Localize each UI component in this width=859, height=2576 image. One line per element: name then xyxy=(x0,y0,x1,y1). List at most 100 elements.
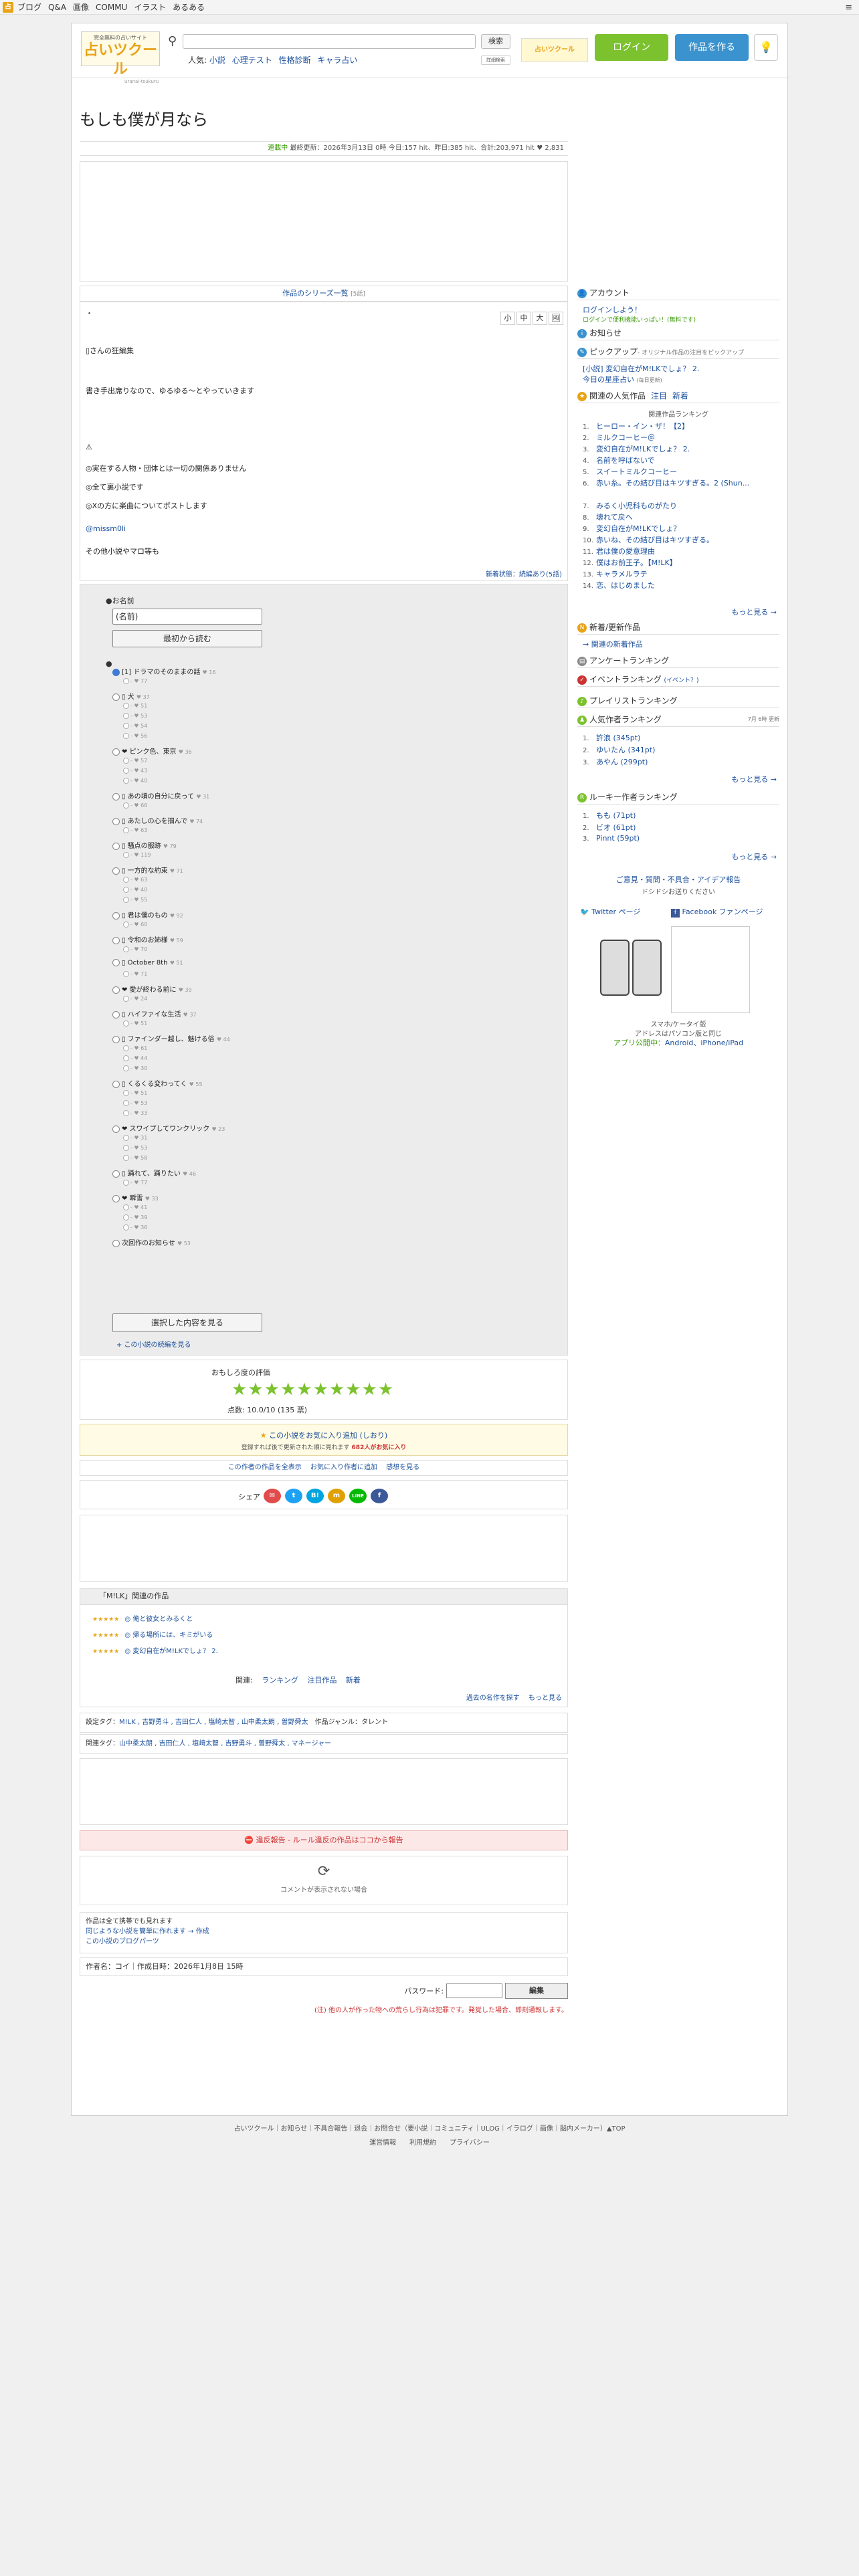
tab-featured[interactable]: 注目 xyxy=(651,391,667,401)
keyword-featured[interactable]: 注目作品 xyxy=(307,1676,337,1685)
chapter-option[interactable]: ▯ 騒点の服跡 ♥ 79 xyxy=(112,840,177,850)
topnav-commu[interactable]: COMMU xyxy=(96,3,127,12)
font-mid-button[interactable]: 中 xyxy=(516,312,531,325)
tab-new[interactable]: 新着 xyxy=(672,391,688,401)
radio-button[interactable] xyxy=(112,936,120,944)
related-tag-links[interactable]: 山中柔太朗 , 吉田仁人 , 塩崎太智 , 吉野勇斗 , 曽野舜太 , マネージ… xyxy=(119,1740,331,1747)
topnav-illust[interactable]: イラスト xyxy=(134,1,166,13)
comment-fallback-link[interactable]: コメントが表示されない場合 xyxy=(80,1884,567,1894)
chapter-option[interactable]: 次回作のお知らせ ♥ 53 xyxy=(112,1237,191,1247)
body-link[interactable]: @missm0li xyxy=(86,524,126,533)
rating-star-icon[interactable]: ★ xyxy=(362,1380,377,1399)
ranking-item[interactable]: 8. 壊れて戻へ xyxy=(583,512,633,522)
chapter-option[interactable]: ▯ October 8th ♥ 51 xyxy=(112,959,183,967)
chapter-sub-option[interactable]: - ♥ 24 xyxy=(123,996,147,1002)
view-selected-button[interactable]: 選択した内容を見る xyxy=(112,1313,262,1332)
chapter-sub-option[interactable]: - ♥ 51 xyxy=(123,1090,147,1096)
facebook-link[interactable]: f Facebook ファンページ xyxy=(671,906,763,918)
chapter-option[interactable]: ❤ 瞬雪 ♥ 33 xyxy=(112,1192,159,1202)
twitter-icon[interactable]: t xyxy=(285,1489,302,1503)
chapter-option[interactable]: ▯ あたしの心を掴んで ♥ 74 xyxy=(112,815,203,825)
popular-link-psych[interactable]: 心理テスト xyxy=(232,56,272,65)
login-link[interactable]: ログインしよう！ xyxy=(583,304,642,315)
rating-star-icon[interactable]: ★ xyxy=(280,1380,296,1399)
facebook-icon[interactable]: f xyxy=(371,1489,388,1503)
chapter-option[interactable]: ▯ ファインダー越し、魅ける俗 ♥ 44 xyxy=(112,1033,230,1043)
rating-star-icon[interactable]: ★ xyxy=(345,1380,361,1399)
rookie-header[interactable]: R ルーキー作者ランキング xyxy=(577,790,779,804)
keyword-ranking[interactable]: ランキング xyxy=(262,1676,298,1685)
chapter-sub-option[interactable]: - ♥ 53 xyxy=(123,1145,147,1151)
mobile-promo[interactable] xyxy=(596,926,759,1013)
footer-links[interactable]: 占いツクール｜お知らせ｜不具合報告｜退会｜お問合せ（要小説｜コミュニティ｜ULO… xyxy=(71,2123,788,2133)
blog-parts-link[interactable]: この小説のブログパーツ xyxy=(86,1938,159,1945)
chapter-sub-option[interactable]: - ♥ 56 xyxy=(123,733,147,739)
password-input[interactable] xyxy=(446,1983,502,1998)
topnav-qa[interactable]: Q&A xyxy=(48,3,66,12)
footer-sub-links[interactable]: 運営情報 利用規約 プライバシー xyxy=(71,2137,788,2147)
chapter-option[interactable]: ❤ 愛が終わる前に ♥ 39 xyxy=(112,984,192,994)
hatena-icon[interactable]: B! xyxy=(306,1489,324,1503)
ranking-item[interactable]: 2. ミルクコーヒー＠ xyxy=(583,432,655,443)
chapter-option[interactable]: ▯ 令和のお姉様 ♥ 59 xyxy=(112,934,183,944)
radio-button[interactable] xyxy=(112,1170,120,1178)
ranking-item[interactable]: 11. 君は僕の愛意理由 xyxy=(583,546,655,556)
chapter-sub-option[interactable]: - ♥ 51 xyxy=(123,1021,147,1027)
radio-button[interactable] xyxy=(112,842,120,850)
more-rookies[interactable]: もっと見る → xyxy=(731,851,777,862)
author-rank[interactable]: 1. 許浪 (345pt) xyxy=(583,732,640,743)
ranking-item[interactable]: 3. 変幻自在がM!LKでしょ？ 2. xyxy=(583,443,690,454)
chapter-sub-option[interactable]: - ♥ 77 xyxy=(123,678,147,684)
playlist-header[interactable]: ♪ プレイリストランキング xyxy=(577,693,779,708)
edit-button[interactable]: 編集 xyxy=(505,1983,568,1999)
search-options[interactable]: 詳細検索 xyxy=(481,56,510,65)
radio-button[interactable] xyxy=(112,792,120,800)
setting-tag-links[interactable]: M!LK , 吉野勇斗 , 吉田仁人 , 塩崎太智 , 山中柔太朗 , 曽野舜太 xyxy=(119,1719,308,1726)
chapter-sub-option[interactable]: - ♥ 66 xyxy=(123,802,147,809)
chapter-sub-option[interactable]: - ♥ 51 xyxy=(123,703,147,709)
comments-link[interactable]: 感想を見る xyxy=(386,1464,419,1471)
chapter-sub-option[interactable]: - ♥ 36 xyxy=(123,1224,147,1230)
radio-button[interactable] xyxy=(112,1239,120,1247)
topnav-aruaru[interactable]: あるある xyxy=(173,1,205,13)
popular-link-novel[interactable]: 小説 xyxy=(209,56,225,65)
radio-button[interactable] xyxy=(112,693,120,701)
chapter-option[interactable]: ❤ スワイプしてワンクリック ♥ 23 xyxy=(112,1123,225,1133)
chapter-option[interactable]: ▯ あの頃の自分に戻って ♥ 31 xyxy=(112,790,209,800)
author-rank[interactable]: 2. ゆいたん (341pt) xyxy=(583,744,655,755)
radio-button[interactable] xyxy=(112,1035,120,1043)
app-platforms-link[interactable]: Android、iPhone/iPad xyxy=(665,1039,743,1047)
ranking-item[interactable]: 1. ヒーロー・イン・ザ！【2】 xyxy=(583,421,689,431)
more-link[interactable]: もっと見る xyxy=(529,1695,562,1702)
sequel-link[interactable]: + この小説の続編を見る xyxy=(116,1339,191,1349)
survey-header[interactable]: ▤ アンケートランキング xyxy=(577,653,779,668)
menu-icon[interactable]: ≡ xyxy=(845,3,852,13)
rating-star-icon[interactable]: ★ xyxy=(313,1380,328,1399)
create-similar-link[interactable]: 同じような小説を簡単に作れます → 作成 xyxy=(86,1928,209,1935)
header-banner[interactable]: 占いツクール xyxy=(521,38,588,62)
chapter-sub-option[interactable]: - ♥ 119 xyxy=(123,852,151,858)
hint-icon[interactable]: 💡 xyxy=(754,34,778,61)
chapter-sub-option[interactable]: - ♥ 63 xyxy=(123,827,147,833)
chapter-sub-option[interactable]: - ♥ 41 xyxy=(123,1204,147,1210)
chapter-sub-option[interactable]: - ♥ 54 xyxy=(123,723,147,729)
chapter-sub-option[interactable]: - ♥ 31 xyxy=(123,1135,147,1141)
ranking-item[interactable]: 12. 僕はお前王子。【M!LK】 xyxy=(583,557,677,568)
related-item[interactable]: ★★★★★ ◎ 俺と彼女とみるくと xyxy=(92,1613,193,1623)
radio-button[interactable] xyxy=(112,867,120,875)
related-item[interactable]: ★★★★★ ◎ 帰る場所には、キミがいる xyxy=(92,1629,213,1639)
chapter-sub-option[interactable]: - ♥ 39 xyxy=(123,1214,147,1220)
radio-button[interactable] xyxy=(112,1125,120,1133)
related-item[interactable]: ★★★★★ ◎ 変幻自在がM!LKでしょ？ 2. xyxy=(92,1645,218,1655)
ranking-item[interactable]: 14. 恋、はじめました xyxy=(583,580,655,591)
chapter-sub-option[interactable]: - ♥ 70 xyxy=(123,946,147,952)
keyword-new[interactable]: 新着 xyxy=(346,1676,361,1685)
more-popular[interactable]: もっと見る → xyxy=(731,607,777,617)
topnav-images[interactable]: 画像 xyxy=(73,1,89,13)
chapter-option[interactable]: ❤ ピンク色、東京 ♥ 36 xyxy=(112,746,192,756)
chapter-option[interactable]: ▯ くるくる変わってく ♥ 55 xyxy=(112,1078,203,1088)
author-rank[interactable]: 3. あやん (299pt) xyxy=(583,756,648,767)
font-large-button[interactable]: 大 xyxy=(533,312,547,325)
rookie-rank[interactable]: 3. Pinnt (59pt) xyxy=(583,834,640,843)
event-header[interactable]: ✓ イベントランキング (イベント？) xyxy=(577,672,779,687)
